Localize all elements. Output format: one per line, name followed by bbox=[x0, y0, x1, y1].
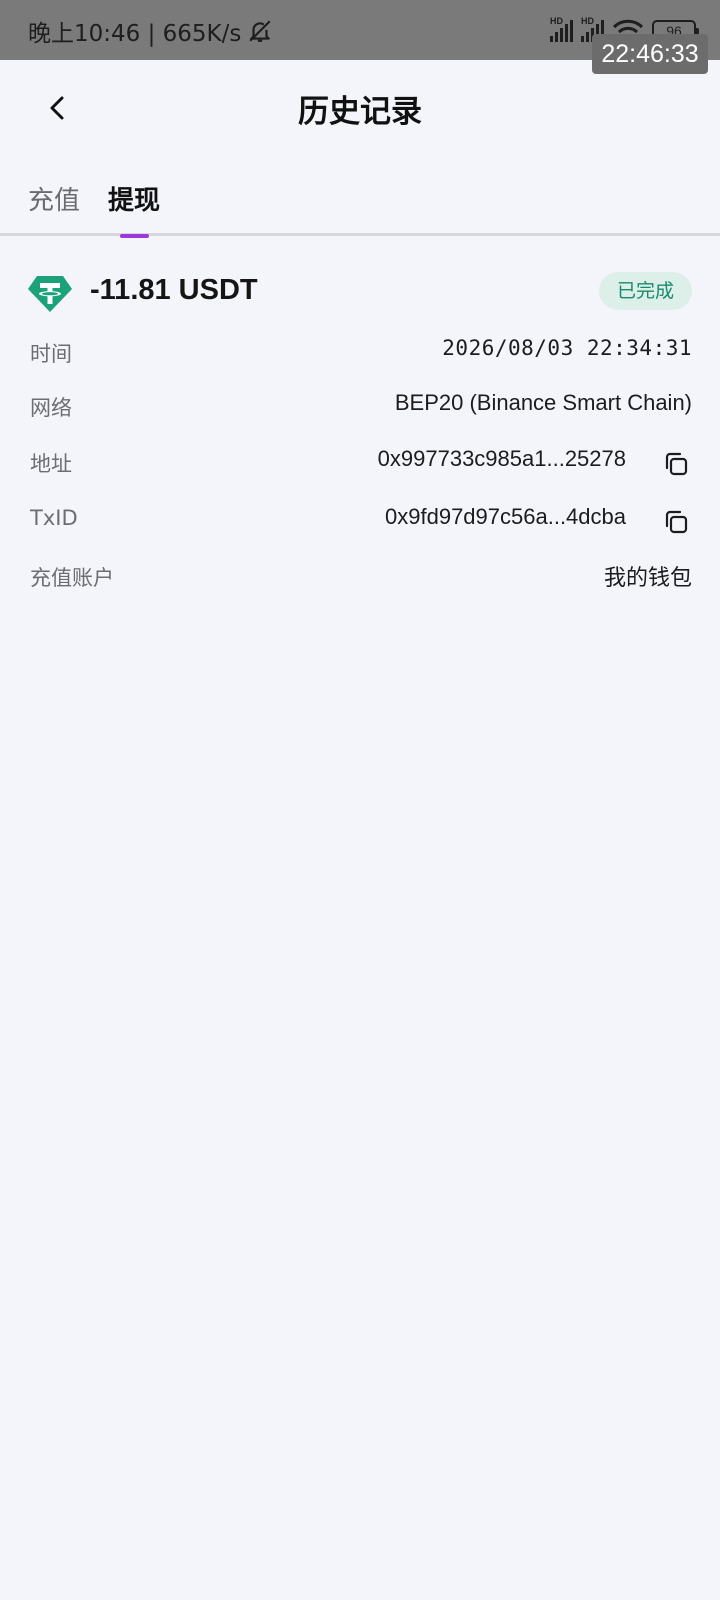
detail-row-network: 网络 BEP20 (Binance Smart Chain) bbox=[28, 386, 692, 426]
detail-row-txid: TxID 0x9fd97d97c56a...4dcba bbox=[28, 500, 692, 540]
time-value: 2026/08/03 22:34:31 bbox=[442, 336, 692, 360]
network-label: 网络 bbox=[30, 396, 72, 420]
network-value: BEP20 (Binance Smart Chain) bbox=[394, 390, 692, 415]
detail-row-account: 充值账户 我的钱包 bbox=[28, 556, 692, 596]
status-time-speed: 晚上10:46 | 665K/s bbox=[28, 14, 273, 48]
detail-row-address: 地址 0x997733c985a1...25278 bbox=[28, 442, 692, 482]
detail-row-time: 时间 2026/08/03 22:34:31 bbox=[28, 332, 692, 372]
record-header: -11.81 USDT 已完成 bbox=[28, 272, 692, 316]
tether-icon bbox=[28, 276, 72, 312]
active-tab-indicator bbox=[120, 234, 149, 238]
tab-withdraw[interactable]: 提现 bbox=[108, 180, 160, 217]
copy-txid-icon[interactable] bbox=[662, 508, 690, 536]
tab-deposit[interactable]: 充值 bbox=[28, 180, 80, 217]
address-value[interactable]: 0x997733c985a1...25278 bbox=[378, 446, 626, 472]
header: 历史记录 bbox=[0, 60, 720, 156]
withdraw-amount: -11.81 USDT bbox=[90, 274, 258, 306]
time-label: 时间 bbox=[30, 342, 72, 366]
cellular-signal-icon: HD bbox=[550, 16, 573, 42]
status-badge: 已完成 bbox=[598, 272, 692, 310]
page-title: 历史记录 bbox=[298, 94, 422, 130]
copy-address-icon[interactable] bbox=[662, 450, 690, 478]
account-value: 我的钱包 bbox=[603, 565, 692, 590]
bell-off-icon bbox=[249, 20, 271, 42]
status-time-speed-text: 晚上10:46 | 665K/s bbox=[28, 21, 242, 47]
account-label: 充值账户 bbox=[30, 566, 114, 590]
signal-hd-label: HD bbox=[550, 16, 563, 26]
txid-label: TxID bbox=[30, 506, 78, 530]
txid-value[interactable]: 0x9fd97d97c56a...4dcba bbox=[385, 504, 626, 530]
signal-hd-label-2: HD bbox=[581, 16, 594, 26]
address-label: 地址 bbox=[30, 452, 72, 476]
tab-bar: 充值 提现 bbox=[0, 172, 720, 238]
